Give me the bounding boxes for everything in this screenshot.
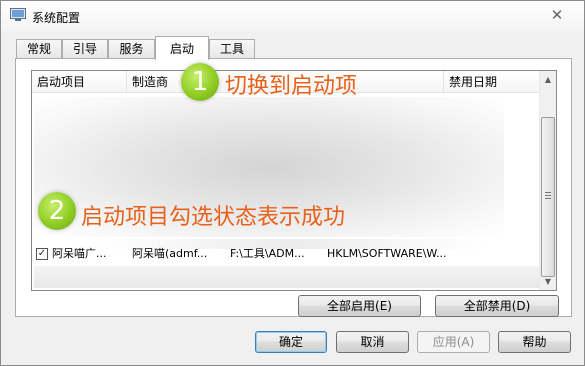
scroll-up-arrow-icon[interactable]: ▲	[540, 71, 556, 88]
apply-button[interactable]: 应用(A)	[417, 331, 490, 353]
tab-general[interactable]: 常规	[16, 39, 62, 59]
blurred-region	[34, 266, 539, 288]
ok-button[interactable]: 确定	[255, 331, 327, 353]
help-button[interactable]: 帮助	[498, 331, 571, 353]
system-config-window: 系统配置 ✕ 常规 引导 服务 启动 工具 启动项目 制造商 禁用日期 ✓ 阿呆…	[0, 0, 585, 366]
cell-manufacturer: 阿呆喵(admf...	[132, 247, 208, 260]
title-bar[interactable]: 系统配置 ✕	[1, 1, 584, 32]
scroll-thumb[interactable]	[541, 117, 555, 277]
annotation-badge-2: 2	[38, 192, 76, 230]
tab-services[interactable]: 服务	[108, 39, 155, 59]
cell-command: F:\工具\ADM...	[230, 247, 305, 260]
tab-startup[interactable]: 启动	[155, 36, 209, 60]
close-icon[interactable]: ✕	[546, 5, 568, 25]
window-title: 系统配置	[32, 11, 81, 25]
cancel-button[interactable]: 取消	[336, 331, 409, 353]
annotation-text-2: 启动项目勾选状态表示成功	[81, 205, 346, 230]
cell-location: HKLM\SOFTWARE\W...	[327, 247, 447, 260]
startup-checkbox[interactable]: ✓	[36, 248, 48, 260]
disable-all-button[interactable]: 全部禁用(D)	[435, 295, 559, 317]
list-item[interactable]: ✓ 阿呆喵广... 阿呆喵(admf... F:\工具\ADM... HKLM\…	[32, 245, 541, 263]
tab-boot[interactable]: 引导	[62, 39, 108, 59]
system-config-icon	[10, 8, 26, 22]
vertical-scrollbar[interactable]: ▲ ▼	[539, 71, 556, 290]
column-header-startup-item[interactable]: 启动项目	[32, 71, 127, 93]
cell-startup-item: 阿呆喵广...	[52, 247, 107, 260]
grip-icon	[545, 192, 551, 199]
tab-tools[interactable]: 工具	[209, 39, 255, 59]
annotation-badge-1: 1	[181, 63, 219, 101]
column-header-disabled-date[interactable]: 禁用日期	[444, 71, 541, 93]
annotation-text-1: 切换到启动项	[225, 74, 358, 99]
startup-list[interactable]: 启动项目 制造商 禁用日期 ✓ 阿呆喵广... 阿呆喵(admf... F:\工…	[31, 70, 557, 291]
enable-all-button[interactable]: 全部启用(E)	[298, 295, 421, 317]
scroll-down-arrow-icon[interactable]: ▼	[540, 273, 556, 290]
